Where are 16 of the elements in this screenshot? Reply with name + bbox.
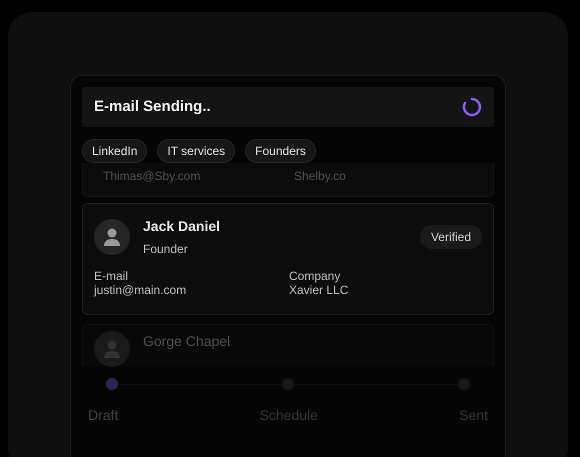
company-value: Xavier LLC [289, 283, 350, 297]
company-label: Company [289, 269, 342, 283]
contact-name: Gorge Chapel [143, 332, 230, 351]
loading-spinner-icon [462, 97, 482, 117]
status-title: E-mail Sending.. [94, 96, 211, 117]
avatar-icon [94, 219, 130, 255]
email-value: Thimas@Sby.com [103, 168, 202, 185]
email-value: justin@main.com [94, 283, 188, 297]
contact-name: Jack Daniel [143, 217, 220, 235]
verified-badge: Verified [420, 225, 482, 249]
email-label: E-mail [94, 269, 130, 283]
company-value: Shelby.co [293, 168, 347, 185]
tag-chip[interactable]: LinkedIn [82, 139, 148, 163]
tag-chip[interactable]: Founders [245, 139, 316, 163]
contact-role: Founder [143, 241, 189, 258]
tag-chip[interactable]: IT services [157, 139, 236, 163]
